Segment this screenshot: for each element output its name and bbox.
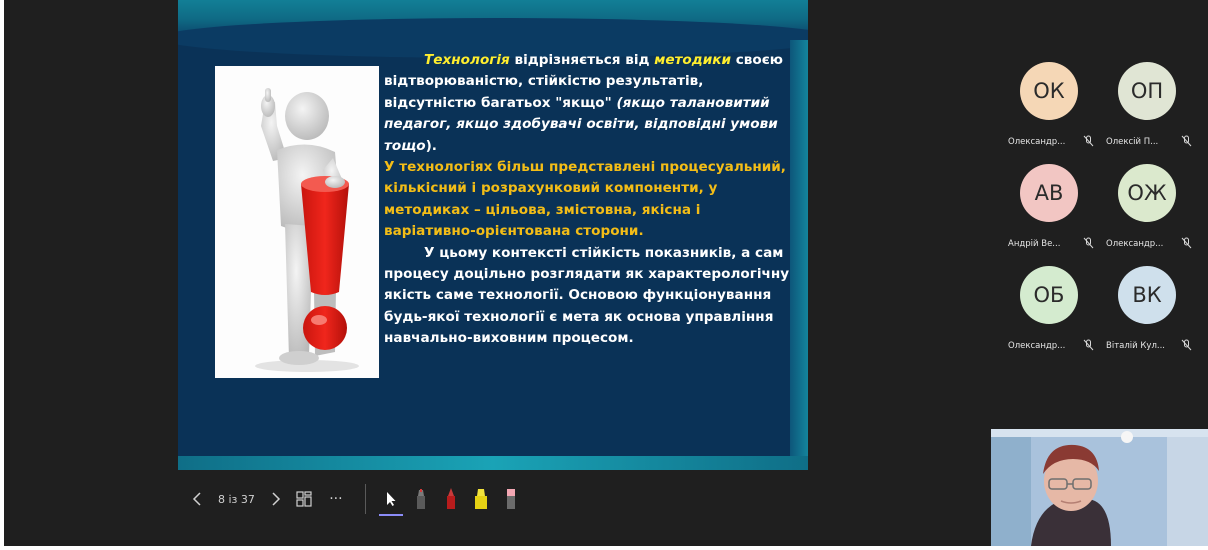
chevron-left-icon [192, 492, 201, 506]
highlighter-tool-button[interactable] [466, 482, 496, 516]
next-slide-button[interactable] [265, 483, 287, 515]
chevron-right-icon [272, 492, 280, 506]
slide-paragraph-2: У технологіях більш представлені процесу… [384, 159, 786, 240]
shared-slide: Технологія відрізняється від методики св… [178, 0, 808, 470]
slide-illustration [215, 66, 379, 378]
avatar: ВК [1118, 266, 1176, 324]
avatar: ОК [1020, 62, 1078, 120]
pointer-tool-button[interactable] [376, 482, 406, 516]
text-fragment: ). [425, 137, 437, 154]
avatar: ОП [1118, 62, 1176, 120]
avatar: ОЖ [1118, 164, 1176, 222]
meeting-stage: Технологія відрізняється від методики св… [4, 0, 1208, 546]
slide-footer-decoration [178, 456, 808, 470]
mic-off-icon [1083, 135, 1094, 147]
grid-view-icon [296, 491, 312, 507]
term-technology: Технологія [424, 52, 510, 68]
participant-tile[interactable]: ОП Олексій П... [1102, 62, 1194, 152]
participant-name: Олександр... [1106, 239, 1164, 249]
participant-tile[interactable]: ВК Віталій Кул... [1102, 266, 1194, 356]
slide-header-decoration [178, 0, 808, 58]
pen-red-icon [446, 488, 455, 509]
participant-tile[interactable]: ОК Олександр... [1004, 62, 1096, 152]
slide-paragraph-3: У цьому контексті стійкість показників, … [384, 243, 792, 350]
previous-slide-button[interactable] [186, 483, 208, 515]
participant-tile[interactable]: АВ Андрій Ве... [1004, 164, 1096, 254]
grid-view-button[interactable] [287, 483, 321, 515]
participant-name: Олексій П... [1106, 137, 1159, 147]
text-fragment: У цьому контексті стійкість показників, … [384, 244, 790, 347]
mic-off-icon [1181, 339, 1192, 351]
mic-off-icon [1083, 237, 1094, 249]
slide-counter: 8 із 37 [218, 492, 255, 506]
participant-name: Андрій Ве... [1008, 239, 1061, 249]
text-fragment: відрізняється від [509, 52, 655, 68]
slide-side-decoration [790, 40, 808, 456]
eraser-tool-button[interactable] [496, 482, 526, 516]
pen-dark-icon [416, 489, 425, 509]
presentation-toolbar: 8 із 37 ··· [186, 480, 526, 518]
eraser-icon [506, 489, 515, 509]
figure-with-exclamation-image [255, 88, 359, 372]
participant-name: Віталій Кул... [1106, 341, 1165, 351]
mic-off-icon [1181, 237, 1192, 249]
more-options-button[interactable]: ··· [321, 483, 351, 515]
mic-off-icon [1083, 339, 1094, 351]
participant-name: Олександр... [1008, 341, 1066, 351]
pointer-icon [386, 492, 396, 506]
slide-text-block: Технологія відрізняється від методики св… [384, 50, 792, 350]
self-video-preview[interactable] [991, 429, 1208, 546]
participant-tile[interactable]: ОБ Олександр... [1004, 266, 1096, 356]
mic-off-icon [1181, 135, 1192, 147]
highlighter-yellow-icon [474, 489, 487, 509]
webcam-video-image [991, 429, 1208, 546]
participant-tile[interactable]: ОЖ Олександр... [1102, 164, 1194, 254]
toolbar-divider [364, 484, 366, 514]
participant-name: Олександр... [1008, 137, 1066, 147]
pen-tool-button[interactable] [406, 482, 436, 516]
avatar: ОБ [1020, 266, 1078, 324]
term-methodology: методики [654, 52, 732, 68]
red-pen-tool-button[interactable] [436, 482, 466, 516]
avatar: АВ [1020, 164, 1078, 222]
slide-paragraph-1: Технологія відрізняється від методики св… [384, 50, 792, 157]
